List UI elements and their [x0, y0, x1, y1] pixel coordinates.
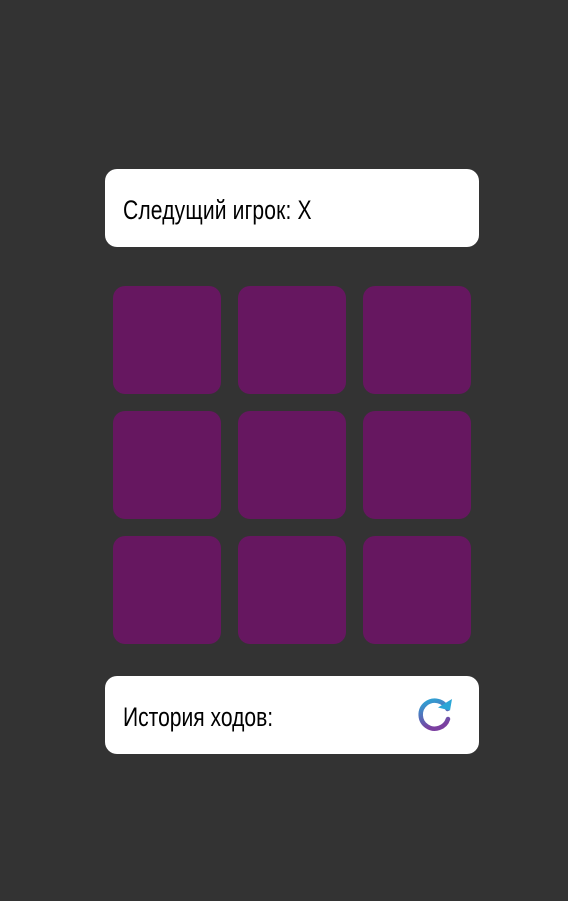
restart-button[interactable] [414, 694, 456, 736]
board-cell-4[interactable] [113, 411, 221, 519]
board-cell-9[interactable] [363, 536, 471, 644]
game-board [113, 286, 471, 644]
board-cell-8[interactable] [238, 536, 346, 644]
move-history-label: История ходов: [123, 701, 274, 732]
board-cell-3[interactable] [363, 286, 471, 394]
restart-icon [418, 698, 452, 731]
board-cell-2[interactable] [238, 286, 346, 394]
board-cell-5[interactable] [238, 411, 346, 519]
next-player-label: Следущий игрок: X [123, 194, 312, 225]
board-cell-7[interactable] [113, 536, 221, 644]
board-cell-6[interactable] [363, 411, 471, 519]
status-panel: Следущий игрок: X [105, 169, 479, 247]
history-panel: История ходов: [105, 676, 479, 754]
tic-tac-toe-app: Следущий игрок: X История ходов: [0, 0, 568, 901]
board-cell-1[interactable] [113, 286, 221, 394]
